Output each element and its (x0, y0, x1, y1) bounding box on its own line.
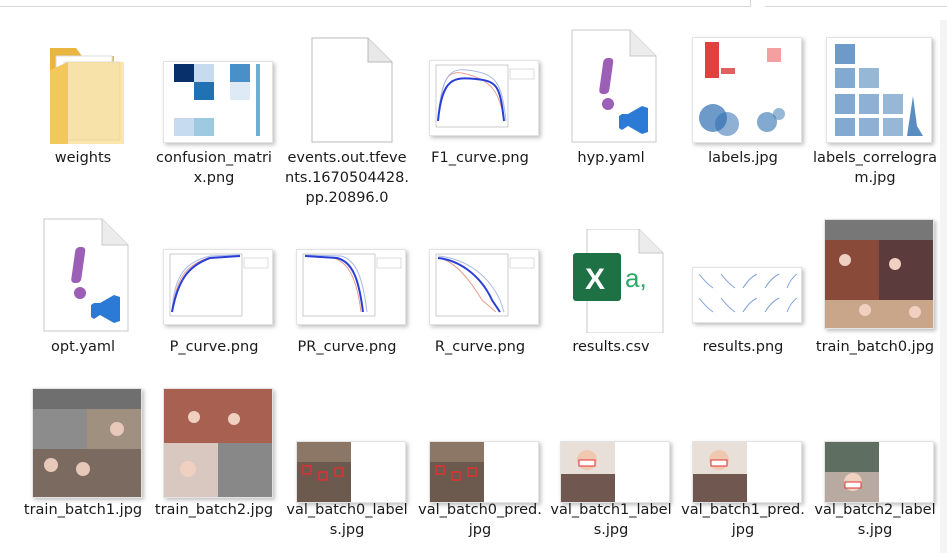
file-item-r-curve[interactable]: R_curve.png (418, 225, 542, 390)
file-item-hyp-yaml[interactable]: hyp.yaml (549, 29, 673, 201)
file-label: hyp.yaml (577, 150, 645, 166)
address-bar-border (0, 0, 751, 7)
search-box-border (765, 0, 947, 7)
file-item-train-batch1[interactable]: train_batch1.jpg (21, 388, 145, 553)
file-label: events.out.tfevents.1670504428.pp.20896.… (285, 150, 409, 206)
file-item-p-curve[interactable]: P_curve.png (152, 225, 276, 390)
image-thumbnail (692, 36, 802, 144)
file-item-f1-curve[interactable]: F1_curve.png (418, 36, 542, 201)
file-label: R_curve.png (434, 339, 526, 355)
image-thumbnail (296, 225, 406, 341)
file-item-labels[interactable]: labels.jpg (681, 36, 805, 201)
excel-csv-icon: X a, (561, 225, 669, 333)
file-label: weights (54, 150, 112, 166)
file-label: confusion_matrix.png (156, 150, 272, 186)
file-item-opt-yaml[interactable]: opt.yaml (21, 218, 145, 390)
image-thumbnail (163, 225, 273, 341)
image-thumbnail (692, 225, 802, 349)
file-item-train-batch0[interactable]: train_batch0.jpg (813, 219, 937, 390)
image-thumbnail (824, 219, 934, 329)
image-thumbnail (163, 36, 273, 156)
file-item-confusion-matrix[interactable]: confusion_matrix.png (152, 36, 276, 201)
address-bar-edge (0, 0, 947, 7)
image-thumbnail (32, 388, 142, 498)
file-label: val_batch0_labels.jpg (286, 502, 408, 538)
file-label: val_batch1_pred.jpg (681, 502, 805, 538)
file-label: results.png (702, 339, 784, 355)
file-label: P_curve.png (169, 339, 259, 355)
file-label: labels_correlogram.jpg (813, 150, 937, 186)
file-label: results.csv (572, 339, 650, 355)
svg-text:a,: a, (625, 263, 647, 293)
file-label: val_batch0_pred.jpg (418, 502, 542, 538)
file-label: labels.jpg (708, 150, 778, 166)
blank-file-icon (297, 36, 405, 144)
vertical-scrollbar[interactable] (940, 20, 947, 553)
svg-text:X: X (585, 263, 605, 296)
file-label: train_batch0.jpg (815, 339, 935, 355)
file-item-weights[interactable]: weights (21, 36, 145, 201)
file-item-val-batch2-labels[interactable]: val_batch2_labels.jpg (813, 388, 937, 553)
image-thumbnail (163, 388, 273, 498)
file-item-train-batch2[interactable]: train_batch2.jpg (152, 388, 276, 553)
file-label: F1_curve.png (431, 150, 529, 166)
file-item-val-batch1-pred[interactable]: val_batch1_pred.jpg (681, 388, 805, 553)
file-item-pr-curve[interactable]: PR_curve.png (285, 225, 409, 390)
yaml-vscode-icon (33, 218, 141, 333)
file-item-val-batch0-pred[interactable]: val_batch0_pred.jpg (418, 388, 542, 553)
image-thumbnail (825, 36, 933, 144)
file-label: val_batch1_labels.jpg (550, 502, 672, 538)
file-item-results-png[interactable]: results.png (681, 225, 805, 390)
file-label: train_batch1.jpg (23, 502, 143, 518)
image-thumbnail (429, 225, 539, 341)
file-label: opt.yaml (51, 339, 115, 355)
file-label: PR_curve.png (297, 339, 397, 355)
image-thumbnail (429, 36, 539, 152)
file-item-labels-correlogram[interactable]: labels_correlogram.jpg (813, 36, 937, 201)
file-item-events-tfevents[interactable]: events.out.tfevents.1670504428.pp.20896.… (285, 36, 409, 206)
file-item-val-batch0-labels[interactable]: val_batch0_labels.jpg (285, 388, 409, 553)
file-item-val-batch1-labels[interactable]: val_batch1_labels.jpg (549, 388, 673, 553)
file-label: train_batch2.jpg (154, 502, 274, 518)
yaml-vscode-icon (561, 29, 669, 144)
file-item-results-csv[interactable]: X a, results.csv (549, 225, 673, 390)
folder-icon (33, 36, 141, 144)
file-label: val_batch2_labels.jpg (814, 502, 936, 538)
